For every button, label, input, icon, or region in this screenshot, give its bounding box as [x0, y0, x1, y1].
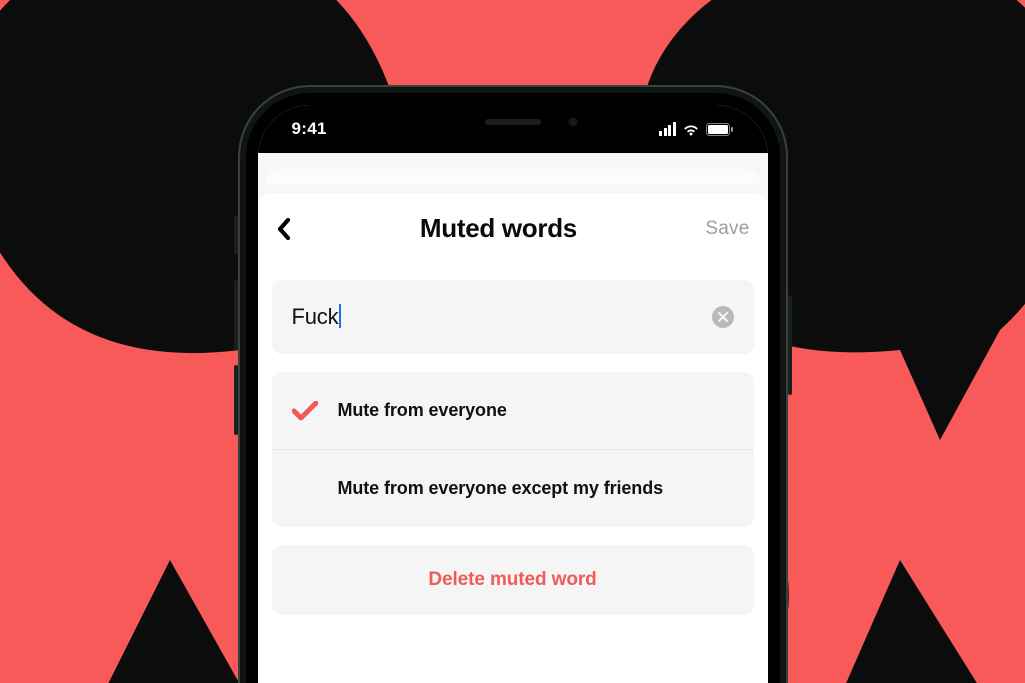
notch [388, 105, 638, 139]
sheet-stack-hint [266, 169, 760, 185]
close-icon [718, 312, 728, 322]
option-label: Mute from everyone except my friends [338, 478, 664, 499]
muted-word-value: Fuck [292, 304, 339, 329]
nav-bar: Muted words Save [258, 193, 768, 262]
app-surface: Muted words Save Fuck [258, 153, 768, 683]
battery-icon [706, 123, 734, 136]
power-button [788, 295, 792, 395]
modal-sheet: Muted words Save Fuck [258, 193, 768, 683]
delete-muted-word-button[interactable]: Delete muted word [272, 545, 754, 615]
content: Fuck Mute from everyone [258, 262, 768, 615]
front-camera-icon [568, 117, 578, 127]
delete-label: Delete muted word [428, 569, 596, 590]
text-caret-icon [339, 304, 341, 328]
page-title: Muted words [420, 213, 577, 244]
phone-frame: 9:41 [238, 85, 788, 683]
earpiece-icon [485, 119, 541, 125]
volume-down-button [234, 365, 238, 435]
mute-scope-options: Mute from everyone Mute from everyone ex… [272, 372, 754, 527]
mute-switch [234, 215, 238, 255]
wifi-icon [682, 123, 700, 136]
phone-bezel: 9:41 [246, 93, 780, 683]
option-label: Mute from everyone [338, 400, 507, 421]
muted-word-input-card: Fuck [272, 280, 754, 354]
chevron-left-icon [276, 218, 292, 240]
option-mute-everyone-except-friends[interactable]: Mute from everyone except my friends [272, 449, 754, 527]
volume-up-button [234, 280, 238, 350]
phone-screen: 9:41 [258, 105, 768, 683]
checkmark-icon [292, 401, 318, 421]
back-button[interactable] [276, 218, 292, 240]
cellular-signal-icon [659, 122, 676, 136]
muted-word-input[interactable]: Fuck [292, 304, 342, 330]
clear-input-button[interactable] [712, 306, 734, 328]
status-icons [659, 122, 734, 136]
option-mute-everyone[interactable]: Mute from everyone [272, 372, 754, 449]
save-button[interactable]: Save [705, 218, 749, 240]
status-time: 9:41 [292, 119, 327, 139]
